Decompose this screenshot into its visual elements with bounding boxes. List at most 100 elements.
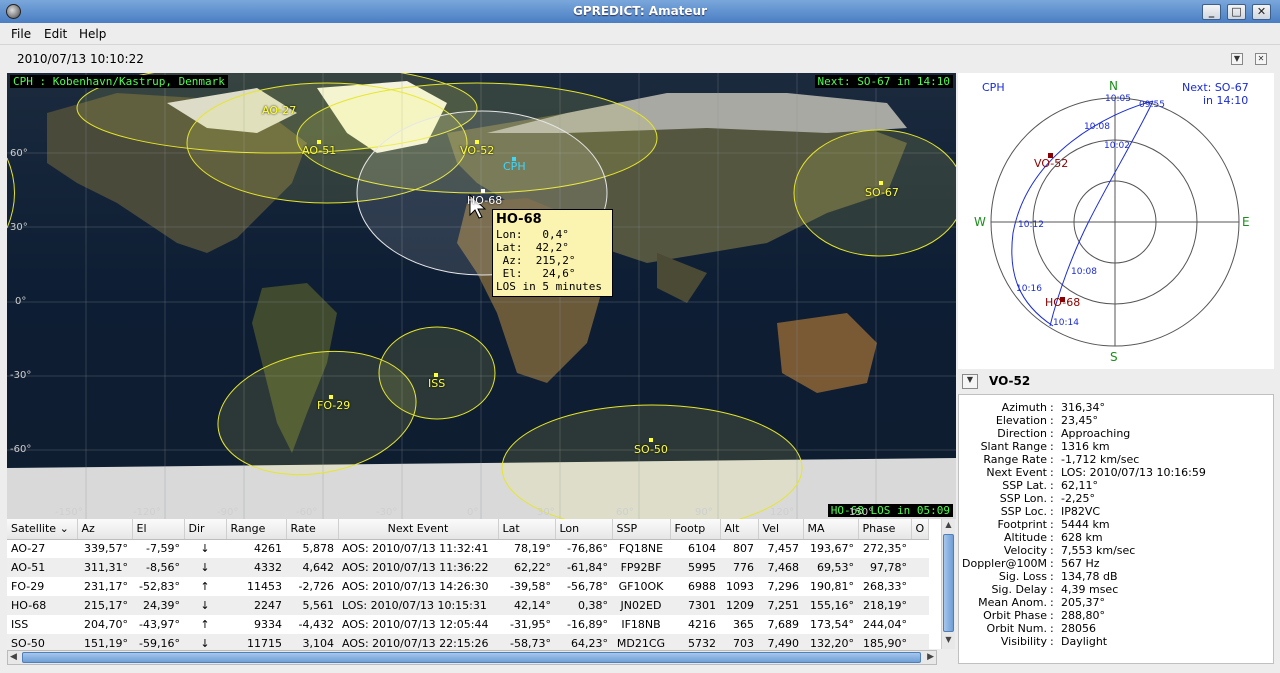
col-vel[interactable]: Vel xyxy=(758,519,804,540)
sat-label-ho68[interactable]: HO-68 xyxy=(467,194,502,207)
sat-label-ao27[interactable]: AO-27 xyxy=(262,104,296,117)
sat-label-vo52[interactable]: VO-52 xyxy=(460,144,494,157)
scroll-down-icon[interactable]: ▼ xyxy=(943,635,954,647)
table-row[interactable]: ISS 204,70° -43,97° ↑ 9334 -4,432 AOS: 2010/07… xyxy=(7,615,929,634)
lon-label: -120° xyxy=(133,507,161,518)
menubar: File Edit Help xyxy=(0,23,1280,45)
table-row[interactable]: SO-50 151,19° -59,16° ↓ 11715 3,104 AOS: 2010/… xyxy=(7,634,929,649)
lat-label: -60° xyxy=(10,444,32,455)
col-range[interactable]: Range xyxy=(226,519,287,540)
polar-next-time: in 14:10 xyxy=(1203,94,1249,107)
next-event-label: Next: SO-67 in 14:10 xyxy=(814,75,953,88)
world-map[interactable]: CPH : Kobenhavn/Kastrup, Denmark Next: S… xyxy=(7,73,956,519)
col-footp[interactable]: Footp xyxy=(670,519,721,540)
sat-label-so50[interactable]: SO-50 xyxy=(634,443,668,456)
module-header: 2010/07/13 10:10:22 ▼ ✕ xyxy=(4,47,1276,71)
table-row[interactable]: FO-29 231,17° -52,83° ↑ 11453 -2,726 AOS: 2010… xyxy=(7,577,929,596)
window-titlebar: GPREDICT: Amateur _ □ ✕ xyxy=(0,0,1280,23)
col-alt[interactable]: Alt xyxy=(720,519,759,540)
lon-label: -150° xyxy=(55,507,83,518)
sat-label-ao51[interactable]: AO-51 xyxy=(302,144,336,157)
menu-help[interactable]: Help xyxy=(79,27,106,41)
map-graphics xyxy=(7,73,956,519)
lon-label: -60° xyxy=(296,507,318,518)
col-az[interactable]: Az xyxy=(77,519,133,540)
polar-time-label: 10:14 xyxy=(1053,318,1079,328)
polar-next: Next: SO-67 xyxy=(1182,81,1249,94)
tooltip-lon: Lon: 0,4° xyxy=(496,228,569,241)
polar-graphics xyxy=(990,97,1240,347)
tooltip-lat: Lat: 42,2° xyxy=(496,241,569,254)
lon-label: 0° xyxy=(467,507,479,518)
sort-down-icon: ⌄ xyxy=(59,522,69,536)
satellite-table[interactable]: Satellite ⌄ Az El Dir Range Rate Next Ev… xyxy=(7,519,955,649)
lat-label: -30° xyxy=(10,370,32,381)
module-close-button[interactable]: ✕ xyxy=(1255,53,1267,65)
table-horizontal-scrollbar[interactable]: ◀ ▶ xyxy=(7,650,937,665)
polar-time-label: 09:55 xyxy=(1139,100,1165,110)
horizontal-scroll-thumb[interactable] xyxy=(22,652,921,663)
info-row: Direction: Approaching xyxy=(997,427,1131,440)
current-time: 2010/07/13 10:10:22 xyxy=(17,52,144,66)
col-satellite[interactable]: Satellite ⌄ xyxy=(7,519,78,540)
scroll-left-icon[interactable]: ◀ xyxy=(10,652,17,662)
polar-time-label: 10:02 xyxy=(1104,141,1130,151)
col-lon[interactable]: Lon xyxy=(555,519,613,540)
lon-label: -90° xyxy=(217,507,239,518)
polar-sat-label[interactable]: HO-68 xyxy=(1045,296,1080,309)
polar-time-label: 10:05 xyxy=(1105,94,1131,104)
info-row: Orbit Num.:28056 xyxy=(986,622,1096,635)
menu-file[interactable]: File xyxy=(11,27,31,41)
info-row: Slant Range:1316 km xyxy=(980,440,1110,453)
lat-label: 30° xyxy=(10,222,28,233)
col-ma[interactable]: MA xyxy=(803,519,859,540)
col-rate[interactable]: Rate xyxy=(286,519,339,540)
info-row: Sig. Delay:4,39 msec xyxy=(991,583,1119,596)
window-title: GPREDICT: Amateur xyxy=(572,4,708,18)
polar-qth: CPH xyxy=(982,81,1005,94)
qth-label: CPH : Kobenhavn/Kastrup, Denmark xyxy=(10,75,228,88)
col-orbit[interactable]: O xyxy=(911,519,930,540)
polar-north: N xyxy=(1109,79,1118,93)
sat-label-iss[interactable]: ISS xyxy=(428,377,445,390)
polar-time-label: 10:08 xyxy=(1071,267,1097,277)
col-next-event[interactable]: Next Event xyxy=(338,519,499,540)
table-vertical-scrollbar[interactable]: ▲ ▼ xyxy=(941,519,955,649)
info-row: Range Rate: -1,712 km/sec xyxy=(983,453,1140,466)
sat-selector-button[interactable]: ▼ xyxy=(962,374,978,389)
table-row[interactable]: AO-27 339,57° -7,59° ↓ 4261 5,878 AOS: 2010/07… xyxy=(7,539,929,558)
vertical-scroll-thumb[interactable] xyxy=(943,534,954,632)
table-row[interactable]: HO-68 215,17° 24,39° ↓ 2247 5,561 LOS: 2010/07… xyxy=(7,596,929,615)
scroll-up-icon[interactable]: ▲ xyxy=(943,520,954,532)
info-row: Footprint:5444 km xyxy=(997,518,1110,531)
info-row: SSP Loc.: IP82VC xyxy=(1000,505,1101,518)
minimize-button[interactable]: _ xyxy=(1202,4,1221,20)
col-lat[interactable]: Lat xyxy=(498,519,556,540)
info-row: Azimuth:316,34° xyxy=(1001,401,1105,414)
info-row: Mean Anom.:205,37° xyxy=(978,596,1105,609)
close-button[interactable]: ✕ xyxy=(1252,4,1271,20)
info-row: Orbit Phase:288,80° xyxy=(983,609,1105,622)
info-row: Elevation: 23,45° xyxy=(995,414,1098,427)
col-el[interactable]: El xyxy=(132,519,185,540)
table-row[interactable]: AO-51 311,31° -8,56° ↓ 4332 4,642 AOS: 2010/07… xyxy=(7,558,929,577)
polar-east: E xyxy=(1242,215,1250,229)
col-ssp[interactable]: SSP xyxy=(612,519,671,540)
polar-time-label: 10:16 xyxy=(1016,284,1042,294)
module-options-button[interactable]: ▼ xyxy=(1231,53,1243,65)
polar-time-label: 10:12 xyxy=(1018,220,1044,230)
polar-sat-label[interactable]: VO-52 xyxy=(1034,157,1068,170)
scroll-right-icon[interactable]: ▶ xyxy=(927,652,934,662)
maximize-button[interactable]: □ xyxy=(1227,4,1246,20)
info-row: Altitude:628 km xyxy=(1004,531,1103,544)
sat-label-fo29[interactable]: FO-29 xyxy=(317,399,350,412)
col-phase[interactable]: Phase xyxy=(858,519,912,540)
info-row: Doppler@100M:567 Hz xyxy=(962,557,1100,570)
sat-info-header: ▼ VO-52 xyxy=(958,370,1274,392)
info-row: Visibility: Daylight xyxy=(1000,635,1108,648)
tooltip-title: HO-68 xyxy=(496,212,542,227)
col-dir[interactable]: Dir xyxy=(184,519,227,540)
sat-label-so67[interactable]: SO-67 xyxy=(865,186,899,199)
polar-view[interactable]: CPH Next: SO-67 in 14:10 N S E W 10:05 0… xyxy=(958,73,1274,369)
menu-edit[interactable]: Edit xyxy=(44,27,67,41)
